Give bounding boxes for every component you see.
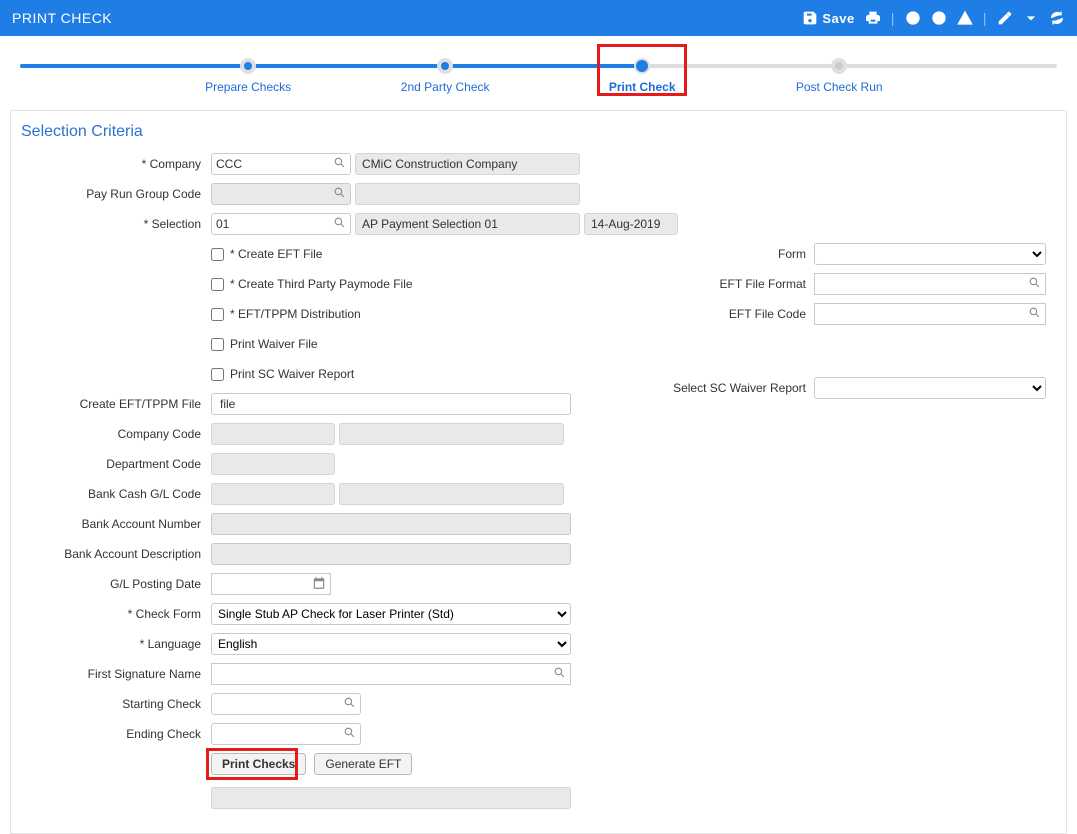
search-icon[interactable] [343,726,356,742]
company-code-desc [339,423,564,445]
edit-icon[interactable] [997,10,1013,26]
search-icon[interactable] [1028,306,1041,322]
divider-icon: | [891,10,895,26]
create-eft-tppm-file-label: Create EFT/TPPM File [21,397,211,411]
print-waiver-label: Print Waiver File [230,337,318,351]
select-sc-waiver-label: Select SC Waiver Report [673,381,806,395]
company-name-display: CMiC Construction Company [355,153,580,175]
ending-check-input[interactable] [211,723,361,745]
check-form-select[interactable]: Single Stub AP Check for Laser Printer (… [211,603,571,625]
pay-run-group-desc [355,183,580,205]
search-icon[interactable] [1028,276,1041,292]
dropdown-icon[interactable] [1023,10,1039,26]
starting-check-label: Starting Check [21,697,211,711]
save-button[interactable]: Save [802,10,854,26]
selection-input[interactable]: 01 [211,213,351,235]
bank-account-desc-label: Bank Account Description [21,547,211,561]
eft-tppm-dist-checkbox[interactable] [211,308,224,321]
selection-value: 01 [216,217,229,231]
first-signature-input[interactable] [211,663,571,685]
status-bar [211,787,571,809]
company-input[interactable]: CCC [211,153,351,175]
first-signature-label: First Signature Name [21,667,211,681]
department-code-label: Department Code [21,457,211,471]
create-eft-file-checkbox[interactable] [211,248,224,261]
right-form-block: Form EFT File Format EFT File Code [673,241,1046,405]
eft-file-code-input[interactable] [814,303,1046,325]
select-sc-waiver-select[interactable] [814,377,1046,399]
eft-file-format-input[interactable] [814,273,1046,295]
gl-posting-date-input[interactable] [211,573,331,595]
search-icon[interactable] [553,666,566,682]
generate-eft-button[interactable]: Generate EFT [314,753,412,775]
company-code-label: Company Code [21,427,211,441]
bank-cash-gl-desc [339,483,564,505]
bank-account-desc-input [211,543,571,565]
section-title: Selection Criteria [21,119,1056,151]
selection-date: 14-Aug-2019 [584,213,678,235]
gl-posting-date-label: G/L Posting Date [21,577,211,591]
print-waiver-checkbox[interactable] [211,338,224,351]
print-checks-button[interactable]: Print Checks [211,753,306,775]
pay-run-group-input[interactable] [211,183,351,205]
create-tppaymode-label: Create Third Party Paymode File [238,277,413,291]
print-sc-waiver-label: Print SC Waiver Report [230,367,354,381]
train-stepper: Prepare Checks 2nd Party Check Print Che… [20,52,1057,102]
selection-criteria-panel: Selection Criteria Company CCC CMiC Cons… [10,110,1067,834]
step-label-prepare-checks[interactable]: Prepare Checks [205,80,291,94]
print-icon[interactable] [865,10,881,26]
selection-label: Selection [144,217,201,231]
search-icon[interactable] [333,216,346,232]
bank-cash-gl-input [211,483,335,505]
language-select[interactable]: English [211,633,571,655]
company-value: CCC [216,157,242,171]
print-sc-waiver-checkbox[interactable] [211,368,224,381]
bank-account-number-label: Bank Account Number [21,517,211,531]
save-icon [802,10,818,26]
bank-cash-gl-label: Bank Cash G/L Code [21,487,211,501]
search-icon[interactable] [343,696,356,712]
form-select[interactable] [814,243,1046,265]
step-label-post-check-run[interactable]: Post Check Run [796,80,883,94]
starting-check-input[interactable] [211,693,361,715]
bank-account-number-input [211,513,571,535]
info-icon[interactable] [905,10,921,26]
step-label-print-check[interactable]: Print Check [609,80,676,94]
step-2nd-party-check[interactable] [437,58,453,74]
step-prepare-checks[interactable] [240,58,256,74]
save-label: Save [822,11,854,26]
eft-tppm-dist-label: EFT/TPPM Distribution [238,307,361,321]
eft-file-code-label: EFT File Code [729,307,806,321]
create-tppaymode-checkbox[interactable] [211,278,224,291]
eft-file-format-label: EFT File Format [720,277,806,291]
stepper-fill [20,64,642,68]
check-form-label: Check Form [128,607,201,621]
search-icon[interactable] [333,186,346,202]
pay-run-group-label: Pay Run Group Code [21,187,211,201]
create-eft-file-label: Create EFT File [238,247,322,261]
calendar-icon[interactable] [312,576,326,593]
language-label: Language [140,637,201,651]
step-post-check-run[interactable] [831,58,847,74]
create-eft-file-checkbox-row: Create EFT File [211,242,322,266]
ending-check-label: Ending Check [21,727,211,741]
form-label: Form [778,247,806,261]
department-code-input [211,453,335,475]
company-code-input [211,423,335,445]
create-eft-tppm-file-input[interactable]: file [211,393,571,415]
page-title: PRINT CHECK [12,10,112,26]
divider-icon-2: | [983,10,987,26]
search-icon[interactable] [333,156,346,172]
help-icon[interactable] [931,10,947,26]
company-label: Company [142,157,201,171]
refresh-icon[interactable] [1049,10,1065,26]
step-print-check[interactable] [634,58,650,74]
step-label-2nd-party-check[interactable]: 2nd Party Check [401,80,490,94]
warning-icon[interactable] [957,10,973,26]
title-bar: PRINT CHECK Save | | [0,0,1077,36]
selection-desc: AP Payment Selection 01 [355,213,580,235]
create-eft-tppm-file-value: file [216,397,235,411]
